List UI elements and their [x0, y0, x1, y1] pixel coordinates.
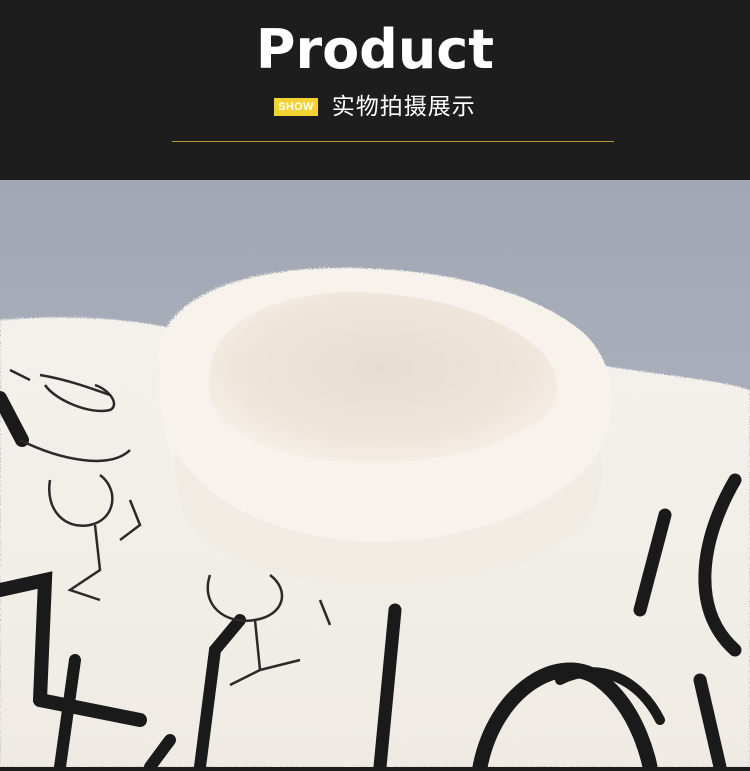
page-title: Product [255, 18, 495, 81]
divider-line [172, 141, 614, 142]
show-badge: SHOW [274, 98, 318, 116]
sweater-collar-illustration [0, 180, 750, 771]
header-banner: Product SHOW 实物拍摄展示 [0, 0, 750, 180]
product-photo [0, 180, 750, 771]
subtitle: 实物拍摄展示 [331, 94, 476, 120]
subtitle-row: SHOW 实物拍摄展示 [0, 92, 750, 122]
